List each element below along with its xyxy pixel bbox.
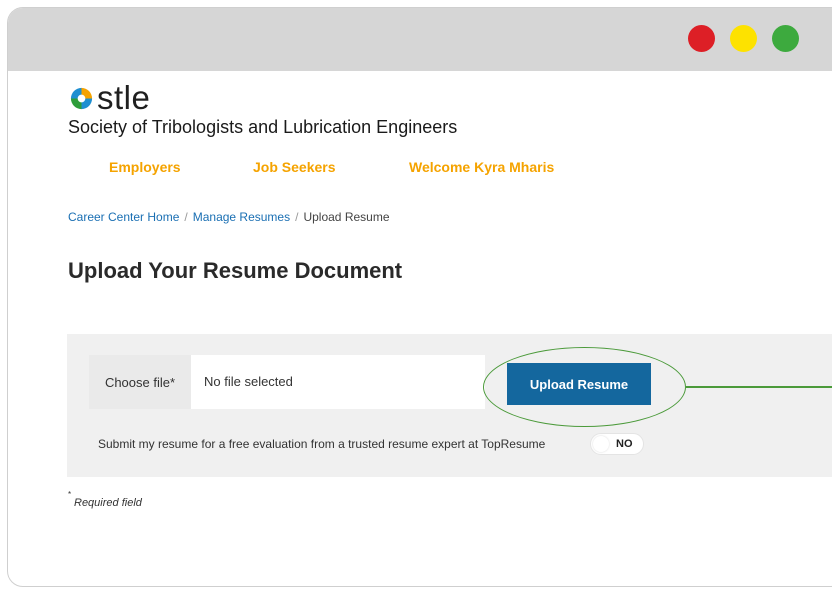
logo-wordmark: stle	[97, 79, 151, 116]
toggle-state-label: NO	[616, 438, 633, 450]
stle-logo-icon	[70, 87, 93, 109]
breadcrumb-career-center-home[interactable]: Career Center Home	[68, 210, 179, 224]
breadcrumb: Career Center Home / Manage Resumes / Upload…	[68, 210, 390, 224]
close-window-dot[interactable]	[688, 25, 715, 52]
window-titlebar	[8, 8, 832, 71]
evaluation-toggle[interactable]: NO	[590, 433, 644, 455]
evaluation-opt-in-label: Submit my resume for a free evaluation f…	[98, 437, 546, 451]
upload-resume-button[interactable]: Upload Resume	[507, 363, 651, 405]
page-title: Upload Your Resume Document	[68, 258, 403, 283]
breadcrumb-manage-resumes[interactable]: Manage Resumes	[193, 210, 290, 224]
nav-job-seekers[interactable]: Job Seekers	[253, 159, 336, 175]
minimize-window-dot[interactable]	[730, 25, 757, 52]
breadcrumb-separator: /	[184, 210, 188, 224]
nav-account-welcome[interactable]: Welcome Kyra Mharis	[409, 159, 554, 175]
breadcrumb-current-page: Upload Resume	[303, 210, 390, 224]
toggle-knob	[593, 436, 609, 452]
organization-name: Society of Tribologists and Lubrication …	[68, 117, 458, 137]
file-input[interactable]: Choose file* No file selected	[89, 355, 485, 409]
upload-panel: Choose file* No file selected Upload Res…	[67, 334, 832, 477]
breadcrumb-separator: /	[295, 210, 299, 224]
site-logo[interactable]: stle	[69, 80, 150, 116]
required-field-note: Required field	[74, 497, 142, 509]
choose-file-button[interactable]: Choose file*	[89, 355, 191, 409]
nav-employers[interactable]: Employers	[109, 159, 181, 175]
main-nav: Employers Job Seekers Welcome Kyra Mhari…	[0, 159, 832, 179]
maximize-window-dot[interactable]	[772, 25, 799, 52]
required-marker: *	[68, 490, 72, 499]
file-status: No file selected	[204, 374, 293, 389]
